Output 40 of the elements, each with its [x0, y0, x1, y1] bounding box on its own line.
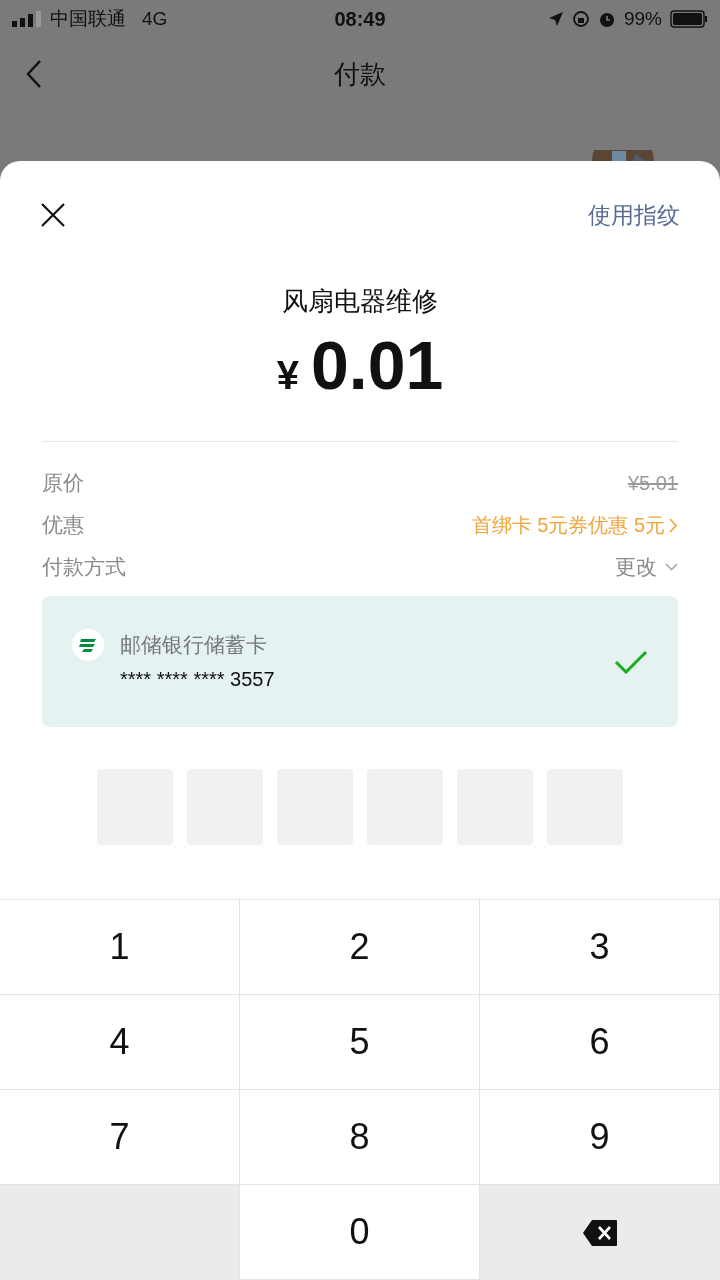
keypad-key[interactable]: 1 — [0, 900, 240, 995]
currency-symbol: ¥ — [276, 352, 299, 399]
close-icon — [40, 202, 66, 228]
signal-icon — [12, 11, 42, 27]
location-arrow-icon — [547, 11, 564, 27]
clock: 08:49 — [334, 7, 386, 32]
backspace-icon — [582, 1218, 618, 1247]
original-price: ¥5.01 — [627, 471, 678, 496]
keypad-key[interactable]: 0 — [240, 1185, 480, 1280]
keypad-key[interactable]: 2 — [240, 900, 480, 995]
keypad-key[interactable]: 5 — [240, 995, 480, 1090]
battery-icon — [670, 10, 708, 28]
card-name: 邮储银行储蓄卡 — [120, 631, 268, 658]
back-icon — [26, 59, 42, 89]
row-label: 付款方式 — [42, 554, 126, 581]
alarm-clock-icon — [597, 10, 616, 28]
keypad-key[interactable]: 7 — [0, 1090, 240, 1185]
keypad-key[interactable]: 9 — [480, 1090, 720, 1185]
card-number: **** **** **** 3557 — [120, 667, 275, 693]
row-label: 优惠 — [42, 512, 84, 539]
network-type: 4G — [142, 6, 168, 31]
keypad-key[interactable]: 6 — [480, 995, 720, 1090]
keypad-key[interactable]: 8 — [240, 1090, 480, 1185]
delete-key[interactable] — [480, 1185, 720, 1280]
bank-card-option[interactable]: 邮储银行储蓄卡 **** **** **** 3557 — [42, 596, 678, 727]
merchant-name: 风扇电器维修 — [282, 285, 438, 318]
close-button[interactable] — [40, 201, 68, 229]
rotation-lock-icon — [571, 10, 590, 28]
check-icon — [614, 649, 648, 674]
chevron-down-icon — [665, 563, 678, 571]
carrier-name: 中国联通 — [50, 6, 126, 31]
amount: 0.01 — [310, 326, 444, 405]
keypad-key[interactable]: 4 — [0, 995, 240, 1090]
page-title: 付款 — [334, 57, 386, 91]
bank-logo-icon — [72, 628, 104, 661]
battery-percent: 99% — [623, 6, 662, 31]
keypad-key[interactable]: 3 — [480, 900, 720, 995]
fingerprint-link[interactable]: 使用指纹 — [588, 197, 680, 233]
row-label: 原价 — [42, 470, 84, 497]
chevron-right-icon — [669, 517, 678, 533]
